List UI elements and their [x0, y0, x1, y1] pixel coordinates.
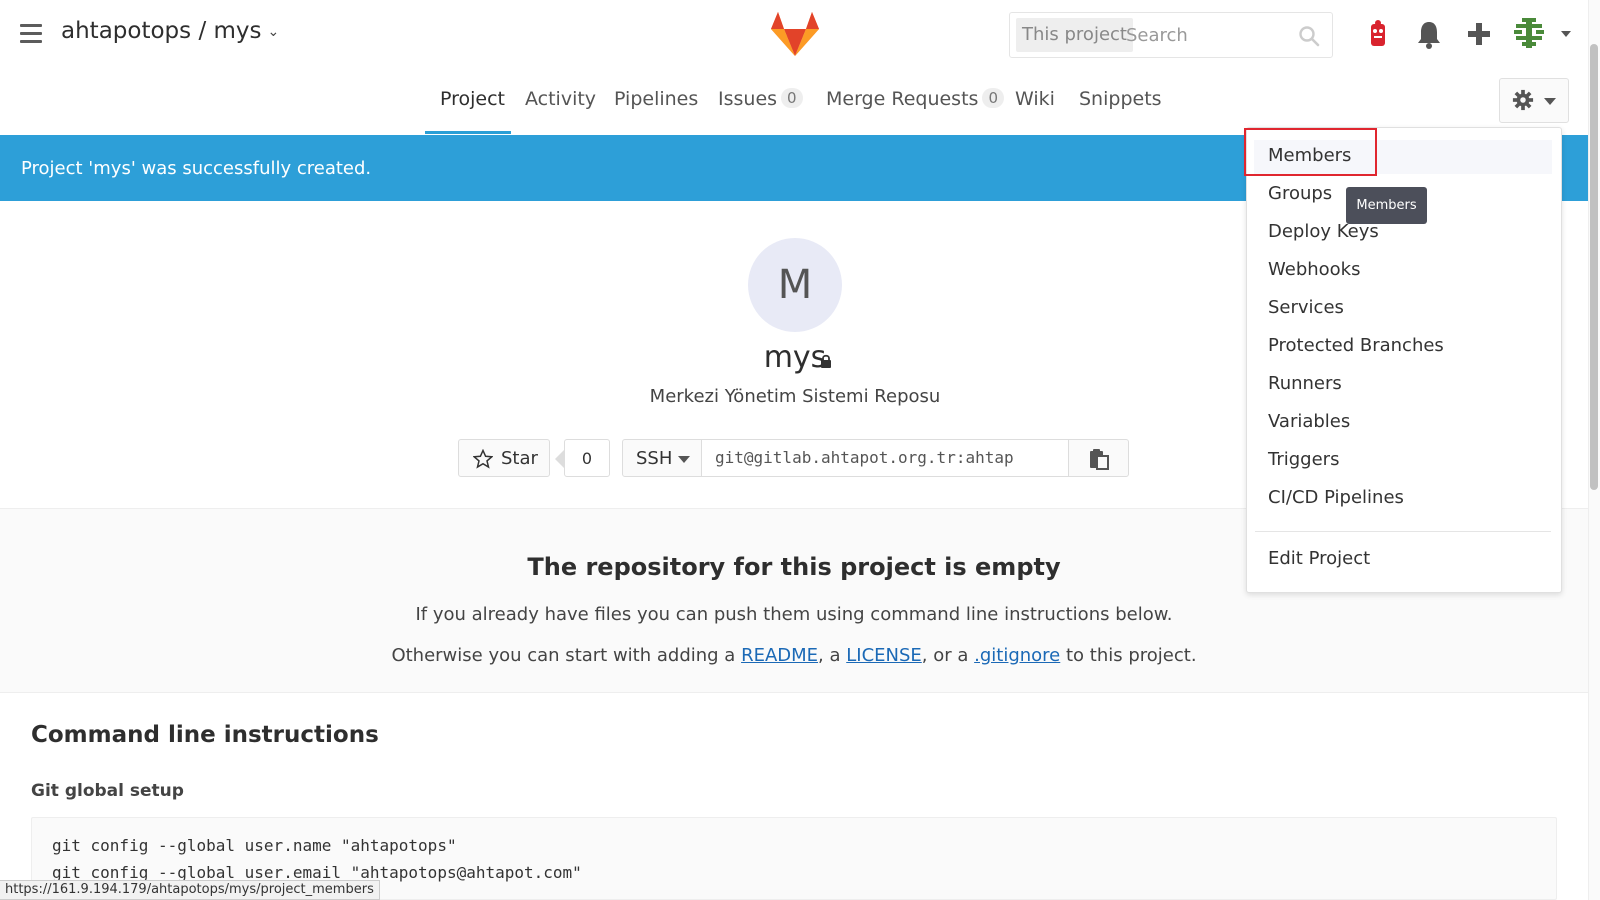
menu-item-ci-cd-pipelines[interactable]: CI/CD Pipelines: [1268, 487, 1404, 508]
star-count[interactable]: 0: [564, 439, 610, 477]
tab-issues[interactable]: Issues 0: [718, 88, 803, 110]
chevron-down-icon[interactable]: ⌄: [268, 24, 280, 40]
tab-activity[interactable]: Activity: [525, 88, 596, 110]
tab-label[interactable]: Project: [440, 88, 505, 110]
user-avatar-icon[interactable]: [1512, 16, 1546, 50]
tab-merge-requests[interactable]: Merge Requests 0: [826, 88, 1004, 110]
menu-item-groups[interactable]: Groups: [1268, 183, 1332, 204]
gear-icon: [1512, 89, 1534, 111]
menu-item-edit-project[interactable]: Edit Project: [1268, 548, 1370, 569]
search-box[interactable]: This project: [1009, 12, 1333, 58]
tab-snippets[interactable]: Snippets: [1079, 88, 1162, 110]
menu-divider: [1255, 531, 1551, 532]
tab-label[interactable]: Snippets: [1079, 88, 1162, 110]
git-global-setup-heading: Git global setup: [31, 781, 184, 801]
hamburger-menu-icon[interactable]: [20, 24, 42, 44]
tab-label[interactable]: Merge Requests: [826, 88, 978, 110]
flash-message: Project 'mys' was successfully created.: [21, 158, 372, 179]
options-suffix: to this project.: [1060, 645, 1197, 666]
project-description: Merkezi Yönetim Sistemi Reposu: [649, 386, 941, 407]
protocol-label[interactable]: SSH: [636, 448, 672, 469]
search-input[interactable]: [1126, 19, 1296, 51]
gitlab-tanuki-icon[interactable]: [770, 10, 820, 58]
tab-label[interactable]: Activity: [525, 88, 596, 110]
options-prefix: Otherwise you can start with adding a: [391, 645, 742, 666]
menu-item-protected-branches[interactable]: Protected Branches: [1268, 335, 1444, 356]
star-button[interactable]: Star: [458, 439, 550, 477]
menu-item-triggers[interactable]: Triggers: [1268, 449, 1339, 470]
star-label[interactable]: Star: [501, 448, 538, 469]
empty-repo-hint: If you already have files you can push t…: [415, 604, 1173, 625]
settings-dropdown-button[interactable]: [1499, 78, 1569, 123]
menu-item-deploy-keys[interactable]: Deploy Keys: [1268, 221, 1379, 242]
merge-requests-count-badge: 0: [982, 88, 1004, 108]
copy-clone-url-button[interactable]: [1068, 439, 1129, 477]
star-count-arrow: [555, 450, 564, 468]
empty-repo-options: Otherwise you can start with adding a RE…: [0, 645, 1588, 666]
menu-item-members[interactable]: Members: [1268, 145, 1351, 166]
readme-link[interactable]: README: [741, 645, 818, 666]
menu-item-variables[interactable]: Variables: [1268, 411, 1350, 432]
breadcrumb-text[interactable]: ahtapotops / mys: [61, 18, 262, 44]
cli-heading: Command line instructions: [31, 722, 379, 748]
search-scope-badge: This project: [1016, 18, 1133, 52]
project-title: mys: [763, 340, 827, 375]
chevron-down-icon[interactable]: [1561, 31, 1571, 37]
todo-icon[interactable]: [1362, 18, 1394, 50]
plus-icon[interactable]: [1463, 18, 1495, 50]
menu-item-webhooks[interactable]: Webhooks: [1268, 259, 1360, 280]
scrollbar-thumb[interactable]: [1590, 44, 1598, 490]
gitignore-link[interactable]: .gitignore: [974, 645, 1060, 666]
menu-item-runners[interactable]: Runners: [1268, 373, 1342, 394]
active-tab-indicator: [425, 131, 511, 134]
clone-protocol-dropdown[interactable]: SSH: [622, 439, 702, 477]
tab-wiki[interactable]: Wiki: [1015, 88, 1055, 110]
chevron-down-icon: [1544, 98, 1556, 105]
menu-item-services[interactable]: Services: [1268, 297, 1344, 318]
tab-project[interactable]: Project: [440, 88, 505, 110]
options-sep: , a: [818, 645, 847, 666]
tab-label[interactable]: Wiki: [1015, 88, 1055, 110]
chevron-down-icon: [678, 456, 690, 463]
tab-label[interactable]: Issues: [718, 88, 777, 110]
star-icon: [473, 449, 493, 469]
license-link[interactable]: LICENSE: [846, 645, 922, 666]
code-line: git config --global user.name "ahtapotop…: [52, 836, 457, 855]
bell-icon[interactable]: [1413, 18, 1445, 50]
clone-url-input[interactable]: git@gitlab.ahtapot.org.tr:ahtap: [702, 439, 1069, 477]
search-icon[interactable]: [1298, 25, 1320, 47]
project-avatar: M: [748, 238, 842, 332]
browser-status-url: https://161.9.194.179/ahtapotops/mys/pro…: [0, 880, 380, 900]
issues-count-badge: 0: [781, 88, 803, 108]
tab-label[interactable]: Pipelines: [614, 88, 698, 110]
clipboard-icon: [1090, 449, 1109, 470]
tab-pipelines[interactable]: Pipelines: [614, 88, 698, 110]
project-breadcrumb[interactable]: ahtapotops / mys ⌄: [61, 18, 279, 44]
options-sep: , or a: [921, 645, 975, 666]
members-tooltip: Members: [1346, 187, 1427, 224]
lock-icon: [821, 354, 831, 368]
